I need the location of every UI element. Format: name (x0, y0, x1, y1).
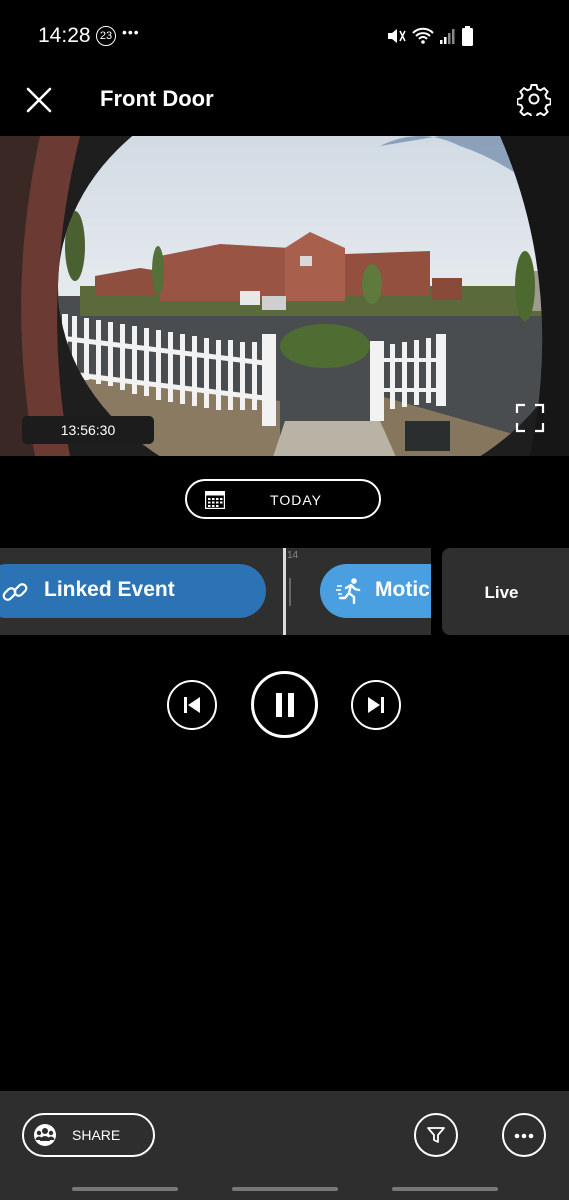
more-icon (514, 1133, 534, 1139)
notification-badge: 23 (96, 26, 116, 46)
skip-previous-icon (184, 697, 200, 713)
date-picker-button[interactable]: TODAY (185, 479, 381, 519)
battery-icon (462, 26, 473, 46)
date-picker-label: TODAY (270, 492, 322, 508)
event-timeline[interactable]: Linked Event Motic 14 Live (0, 548, 569, 635)
filter-icon (427, 1127, 445, 1143)
skip-next-icon (368, 697, 384, 713)
running-person-icon (336, 578, 361, 605)
app-header: Front Door (0, 70, 569, 136)
nav-recents-indicator[interactable] (72, 1187, 178, 1191)
linked-event-label: Linked Event (44, 578, 175, 601)
next-event-button[interactable] (351, 680, 401, 730)
previous-event-button[interactable] (167, 680, 217, 730)
pause-icon (275, 692, 294, 717)
link-icon (2, 583, 28, 601)
signal-icon (440, 29, 455, 44)
live-button[interactable]: Live (442, 548, 569, 635)
mute-icon (388, 29, 406, 43)
more-options-button[interactable] (502, 1113, 546, 1157)
share-label: SHARE (72, 1127, 121, 1143)
close-icon[interactable] (24, 85, 54, 115)
playhead-time-label: 14 (287, 550, 299, 561)
share-button[interactable]: SHARE (22, 1113, 155, 1157)
timeline-playhead[interactable] (283, 548, 286, 635)
fullscreen-icon[interactable] (514, 402, 546, 434)
status-dots: ••• (122, 24, 140, 40)
nav-back-indicator[interactable] (392, 1187, 498, 1191)
timeline-tick (289, 578, 291, 606)
nav-home-indicator[interactable] (232, 1187, 338, 1191)
wifi-icon (412, 27, 434, 44)
motion-event-chip[interactable]: Motic (320, 564, 431, 618)
status-bar: 14:28 23 ••• (0, 0, 569, 70)
live-label: Live (484, 583, 519, 602)
video-timestamp: 13:56:30 (22, 416, 154, 444)
filter-button[interactable] (414, 1113, 458, 1157)
timeline-track[interactable]: Linked Event Motic 14 (0, 548, 431, 635)
bottom-toolbar: SHARE (0, 1091, 569, 1200)
page-title: Front Door (100, 86, 214, 111)
motion-event-label: Motic (375, 578, 430, 601)
gear-icon[interactable] (517, 82, 551, 116)
camera-video-feed[interactable] (0, 136, 569, 456)
system-icons (386, 26, 473, 46)
share-avatars-icon (34, 1124, 56, 1146)
linked-event-chip[interactable]: Linked Event (0, 564, 266, 618)
pause-button[interactable] (251, 671, 318, 738)
status-time: 14:28 (38, 24, 91, 47)
camera-scene-image (0, 136, 569, 456)
